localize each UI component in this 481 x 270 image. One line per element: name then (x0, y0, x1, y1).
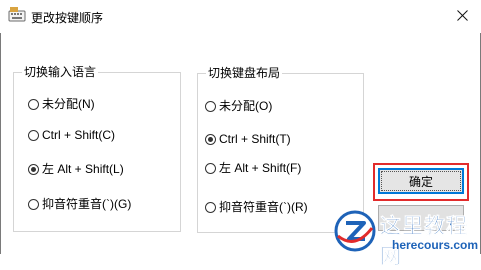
radio-layout-left-alt-shift[interactable]: 左 Alt + Shift(F) (205, 160, 301, 176)
radio-layout-unassigned[interactable]: 未分配(O) (205, 98, 272, 114)
close-icon (457, 10, 468, 21)
radio-label: 左 Alt + Shift(F) (219, 161, 302, 175)
radio-circle (205, 100, 216, 112)
radio-label: 左 Alt + Shift(L) (42, 162, 124, 176)
radio-input-grave-accent[interactable]: 抑音符重音(`)(G) (28, 196, 131, 212)
window-title: 更改按键顺序 (31, 11, 104, 25)
radio-circle-checked (205, 133, 216, 145)
keyboard-settings-icon (8, 7, 26, 23)
radio-label: 未分配(O) (219, 99, 273, 113)
input-language-group-label: 切换输入语言 (22, 65, 99, 79)
keyboard-layout-group-label: 切换键盘布局 (206, 66, 283, 80)
radio-input-ctrl-shift[interactable]: Ctrl + Shift(C) (28, 127, 115, 143)
radio-circle (28, 129, 39, 141)
radio-label: Ctrl + Shift(C) (42, 128, 116, 142)
radio-input-unassigned[interactable]: 未分配(N) (28, 96, 95, 112)
radio-input-left-alt-shift[interactable]: 左 Alt + Shift(L) (28, 161, 124, 177)
close-button[interactable] (446, 0, 480, 32)
radio-layout-grave-accent[interactable]: 抑音符重音(`)(R) (205, 199, 308, 215)
radio-label: 未分配(N) (42, 97, 95, 111)
watermark: 这里教程网 herecours.com (328, 208, 481, 268)
radio-label: 抑音符重音(`)(G) (42, 197, 132, 211)
radio-label: 抑音符重音(`)(R) (219, 200, 308, 214)
focus-rect (381, 171, 461, 191)
radio-layout-ctrl-shift[interactable]: Ctrl + Shift(T) (205, 131, 291, 147)
radio-label: Ctrl + Shift(T) (219, 132, 291, 146)
radio-circle (205, 162, 216, 174)
title-bar: 更改按键顺序 (0, 0, 481, 33)
watermark-url: herecours.com (392, 238, 479, 252)
radio-circle (205, 201, 216, 213)
radio-circle (28, 98, 39, 110)
radio-circle (28, 198, 39, 210)
radio-circle-checked (28, 163, 39, 175)
watermark-logo-icon (334, 210, 376, 252)
ok-button[interactable]: 确定 (378, 168, 464, 194)
